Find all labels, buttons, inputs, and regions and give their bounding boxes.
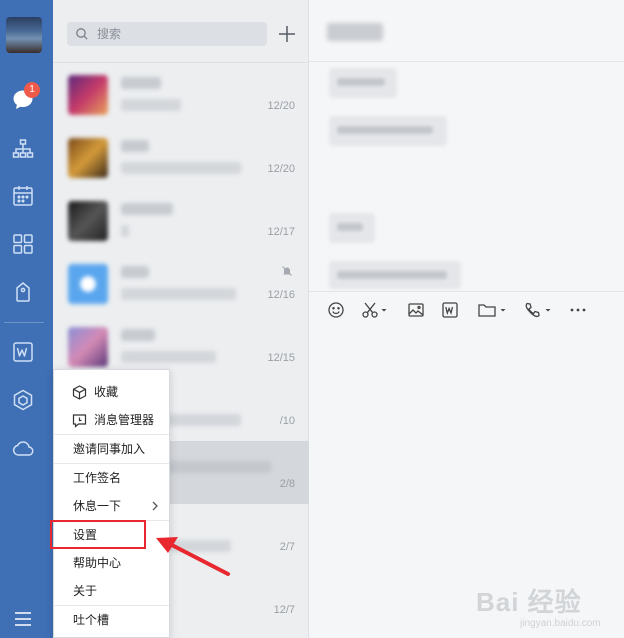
menu-item-label: 邀请同事加入 (73, 442, 146, 456)
chat-time: 12/7 (273, 604, 295, 616)
search-icon (76, 28, 88, 40)
chat-time: 2/7 (279, 541, 295, 553)
chat-name (121, 77, 161, 89)
menu-item-label: 收藏 (94, 385, 119, 399)
chat-time: 12/20 (267, 163, 295, 175)
chat-name (121, 266, 149, 278)
chat-title (327, 23, 383, 41)
menu-icon[interactable] (11, 607, 35, 631)
chat-time: 12/17 (267, 226, 295, 238)
watermark-subtext: jingyan.baidu.com (520, 618, 601, 629)
chat-time: 2/8 (279, 478, 295, 490)
wps-icon[interactable] (441, 301, 459, 319)
chat-time: 12/15 (267, 352, 295, 364)
chat-avatar (68, 138, 108, 178)
menu-item-about[interactable]: 关于 (54, 577, 169, 605)
chevron-right-icon (152, 501, 158, 511)
compose-toolbar (309, 291, 624, 327)
title-divider (309, 61, 624, 62)
chat-avatar (68, 75, 108, 115)
chat-name (121, 203, 173, 215)
chat-time: 12/16 (267, 289, 295, 301)
message-bubble (329, 68, 397, 98)
message-bubble (329, 213, 375, 243)
cube-icon (72, 385, 87, 400)
settings-highlight-box (50, 520, 146, 549)
emoji-icon[interactable] (327, 301, 345, 319)
baidu-watermark: Bai 经验 jingyan.baidu.com (476, 574, 624, 634)
list-item[interactable]: 12/20 (53, 63, 309, 126)
menu-item-label: 工作签名 (73, 471, 122, 485)
phone-icon[interactable] (523, 301, 553, 319)
chat-time: /10 (279, 415, 295, 427)
search-placeholder: 搜索 (97, 27, 122, 41)
chat-name (121, 140, 149, 152)
apps-grid-icon[interactable] (11, 232, 35, 256)
chat-time: 12/20 (267, 100, 295, 112)
menu-item-label: 吐个槽 (73, 613, 110, 627)
more-icon[interactable] (569, 301, 587, 319)
menu-item-feedback[interactable]: 吐个槽 (54, 606, 169, 634)
unread-badge: 1 (24, 82, 40, 98)
avatar[interactable] (6, 17, 42, 53)
message-bubble (329, 116, 447, 146)
sidebar-divider (4, 322, 44, 323)
wps-doc-icon[interactable] (11, 340, 35, 364)
chat-avatar (68, 327, 108, 367)
menu-item-signature[interactable]: 工作签名 (54, 464, 169, 492)
menu-item-label: 消息管理器 (94, 413, 155, 427)
message-manager-icon (72, 414, 87, 428)
chat-avatar (68, 201, 108, 241)
image-icon[interactable] (407, 301, 425, 319)
menu-item-favorites[interactable]: 收藏 (54, 378, 169, 406)
settings-menu: 收藏 消息管理器 邀请同事加入 工作签名 休息一下 设置 帮助中心 关于 吐个槽 (53, 369, 170, 638)
plus-icon[interactable] (275, 22, 299, 46)
watermark-text: Bai 经验 (476, 587, 582, 617)
list-item[interactable]: 12/16 (53, 252, 309, 315)
menu-item-label: 帮助中心 (73, 556, 122, 570)
sidebar: 1 (0, 0, 53, 638)
menu-item-take-break[interactable]: 休息一下 (54, 492, 169, 520)
search-input[interactable]: 搜索 (67, 22, 267, 46)
scissors-icon[interactable] (361, 301, 387, 319)
cloud-icon[interactable] (11, 436, 35, 460)
chat-preview (121, 225, 129, 237)
mute-bell-icon (282, 266, 292, 276)
list-item[interactable]: 12/17 (53, 189, 309, 252)
red-arrow-annotation (156, 537, 230, 576)
chat-preview (121, 99, 181, 111)
list-item[interactable]: 12/20 (53, 126, 309, 189)
drive-tag-icon[interactable] (11, 280, 35, 304)
menu-item-label: 关于 (73, 584, 98, 598)
menu-item-label: 休息一下 (73, 499, 122, 513)
chat-preview (121, 351, 216, 363)
chat-panel (309, 0, 624, 638)
calendar-icon[interactable] (11, 184, 35, 208)
chat-avatar (68, 264, 108, 304)
menu-item-message-manager[interactable]: 消息管理器 (54, 406, 169, 434)
folder-icon[interactable] (477, 301, 507, 319)
chat-preview (121, 288, 236, 300)
chat-preview (121, 162, 241, 174)
message-bubble (329, 261, 461, 289)
org-chart-icon[interactable] (11, 137, 35, 161)
box-icon[interactable] (11, 388, 35, 412)
chat-name (121, 329, 155, 341)
menu-item-invite[interactable]: 邀请同事加入 (54, 435, 169, 463)
